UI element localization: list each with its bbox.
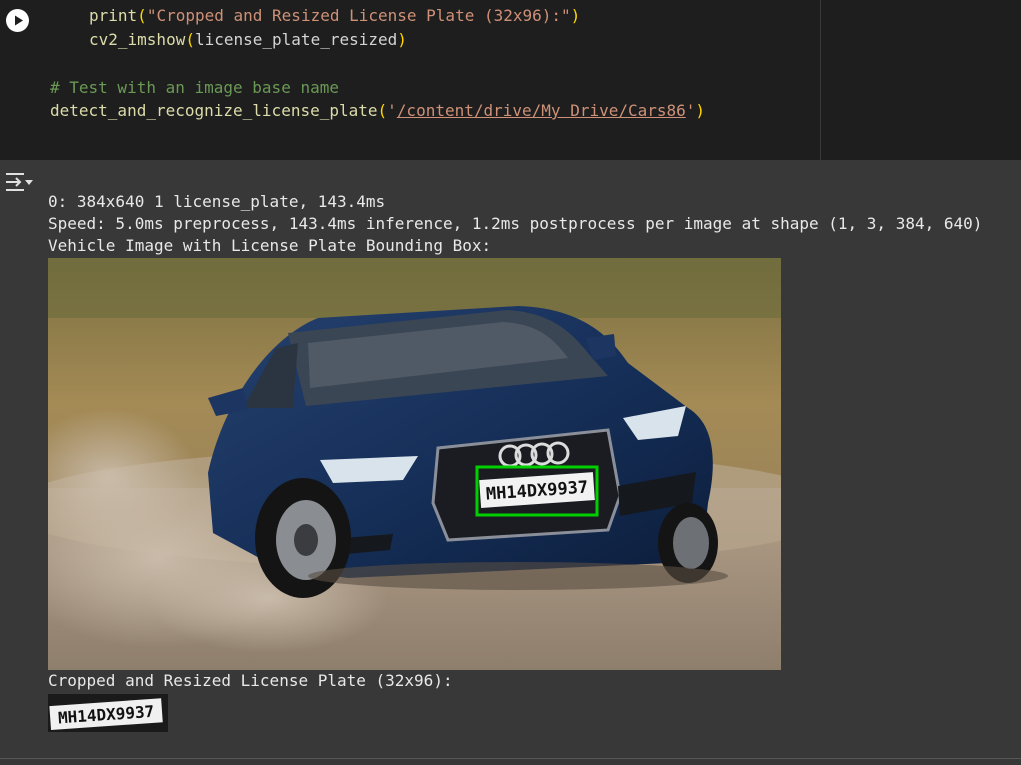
code-line-print: print("Cropped and Resized License Plate…	[89, 6, 581, 25]
run-cell-button[interactable]	[6, 9, 29, 32]
output-collapse-icon	[6, 173, 33, 191]
output-vehicle-label: Vehicle Image with License Plate Boundin…	[48, 236, 492, 255]
cropped-plate-image: MH14DX9937	[48, 694, 168, 732]
code-line-call: detect_and_recognize_license_plate('/con…	[50, 101, 706, 120]
code-comment: # Test with an image base name	[50, 78, 339, 97]
output-toggle-button[interactable]	[4, 170, 34, 196]
play-icon	[15, 15, 23, 26]
output-detect-line: 0: 384x640 1 license_plate, 143.4ms	[48, 192, 386, 211]
code-line-imshow: cv2_imshow(license_plate_resized)	[89, 30, 407, 49]
cell-output: 0: 384x640 1 license_plate, 143.4ms Spee…	[0, 160, 1021, 758]
output-speed-line: Speed: 5.0ms preprocess, 143.4ms inferen…	[48, 214, 983, 233]
code-cell[interactable]: print("Cropped and Resized License Plate…	[0, 0, 1021, 160]
vehicle-image: MH14DX9937	[48, 258, 781, 670]
cell-bottom-border	[0, 758, 1021, 759]
output-cropped-label: Cropped and Resized License Plate (32x96…	[48, 671, 453, 690]
code-divider	[820, 0, 821, 160]
